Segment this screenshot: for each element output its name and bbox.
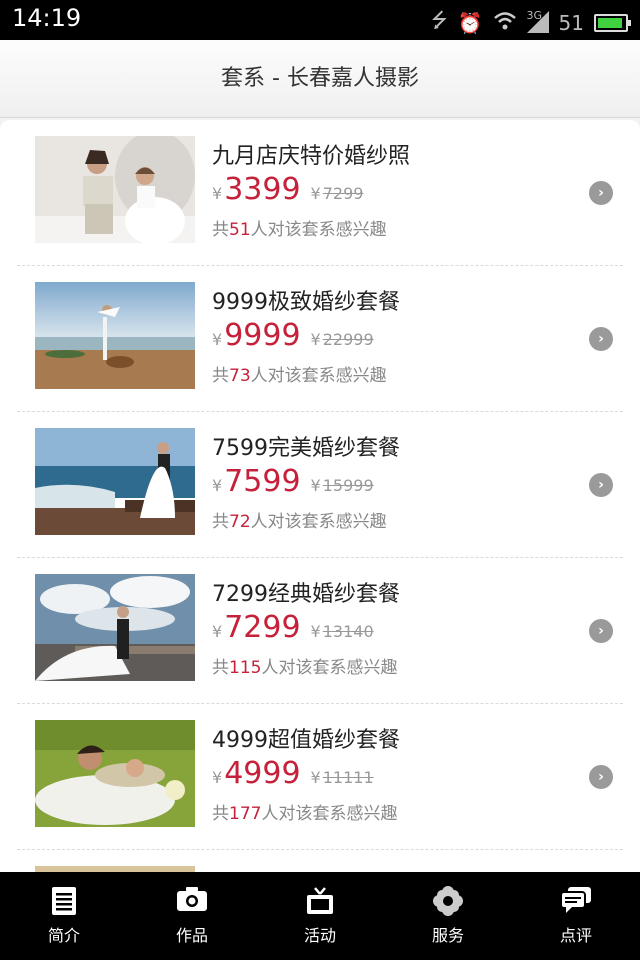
tab-label: 作品 (175, 926, 208, 945)
package-photo (35, 282, 195, 389)
interest-suffix: 人对该套系感兴趣 (250, 512, 387, 532)
sale-price: 9999 (224, 318, 301, 353)
interest-suffix: 人对该套系感兴趣 (261, 658, 398, 678)
usb-icon: ⭍ (430, 8, 448, 32)
sale-price: 4999 (224, 756, 301, 791)
chevron-right-icon[interactable]: › (589, 765, 613, 789)
tv-icon (256, 872, 384, 922)
package-item-partial[interactable] (17, 850, 623, 872)
status-bar: 14:19 ⭍ ⏰ 3G 51 (0, 0, 640, 40)
price-row: ¥ 4999 ¥ 11111 (212, 756, 374, 791)
tab-label: 服务 (431, 926, 464, 945)
interest-prefix: 共 (212, 804, 229, 824)
sale-price: 7599 (224, 464, 301, 499)
package-name: 9999极致婚纱套餐 (212, 290, 400, 315)
package-name: 九月店庆特价婚纱照 (212, 144, 411, 169)
package-name: 4999超值婚纱套餐 (212, 728, 400, 753)
page-title: 套系 - 长春嘉人摄影 (221, 66, 419, 91)
bottom-tab-bar: 简介 作品 活动 服务 点评 (0, 872, 640, 960)
package-name: 7599完美婚纱套餐 (212, 436, 400, 461)
currency-symbol: ¥ (212, 768, 223, 787)
tab-label: 简介 (47, 926, 80, 945)
original-currency-symbol: ¥ (310, 184, 321, 203)
interest-count: 73 (229, 366, 251, 386)
interest-prefix: 共 (212, 220, 229, 240)
package-item[interactable]: 7599完美婚纱套餐 ¥ 7599 ¥ 15999 共72人对该套系感兴趣 › (17, 412, 623, 558)
tab-label: 活动 (303, 926, 336, 945)
interest-text: 共72人对该套系感兴趣 (212, 507, 387, 532)
interest-prefix: 共 (212, 366, 229, 386)
package-item[interactable]: 7299经典婚纱套餐 ¥ 7299 ¥ 13140 共115人对该套系感兴趣 › (17, 558, 623, 704)
chevron-right-icon[interactable]: › (589, 619, 613, 643)
package-item[interactable]: 4999超值婚纱套餐 ¥ 4999 ¥ 11111 共177人对该套系感兴趣 › (17, 704, 623, 850)
camera-icon (128, 872, 256, 922)
currency-symbol: ¥ (212, 330, 223, 349)
chat-icon (512, 872, 640, 922)
chevron-right-icon[interactable]: › (589, 473, 613, 497)
interest-suffix: 人对该套系感兴趣 (261, 804, 398, 824)
original-price: 15999 (322, 476, 374, 495)
chevron-right-icon[interactable]: › (589, 181, 613, 205)
interest-text: 共73人对该套系感兴趣 (212, 361, 387, 386)
interest-text: 共51人对该套系感兴趣 (212, 215, 387, 240)
battery-icon (594, 14, 631, 32)
original-price: 7299 (322, 184, 364, 203)
signal-label: 3G (526, 8, 543, 22)
sale-price: 7299 (224, 610, 301, 645)
flower-icon (384, 872, 512, 922)
price-row: ¥ 9999 ¥ 22999 (212, 318, 374, 353)
original-price: 11111 (322, 768, 374, 787)
signal-icon: 3G (526, 8, 549, 36)
original-price: 13140 (322, 622, 374, 641)
interest-count: 115 (229, 658, 262, 678)
currency-symbol: ¥ (212, 476, 223, 495)
battery-percent: 51 (558, 11, 584, 35)
package-photo (35, 136, 195, 243)
package-photo (35, 720, 195, 827)
price-row: ¥ 7599 ¥ 15999 (212, 464, 374, 499)
interest-prefix: 共 (212, 658, 229, 678)
original-currency-symbol: ¥ (310, 330, 321, 349)
interest-suffix: 人对该套系感兴趣 (250, 366, 387, 386)
tab-flower[interactable]: 服务 (384, 872, 512, 960)
original-currency-symbol: ¥ (310, 622, 321, 641)
interest-count: 72 (229, 512, 251, 532)
original-price: 22999 (322, 330, 374, 349)
original-currency-symbol: ¥ (310, 768, 321, 787)
interest-count: 177 (229, 804, 262, 824)
original-currency-symbol: ¥ (310, 476, 321, 495)
package-name: 7299经典婚纱套餐 (212, 582, 400, 607)
package-list: 九月店庆特价婚纱照 ¥ 3399 ¥ 7299 共51人对该套系感兴趣 › 99… (0, 120, 640, 872)
interest-count: 51 (229, 220, 251, 240)
package-item[interactable]: 9999极致婚纱套餐 ¥ 9999 ¥ 22999 共73人对该套系感兴趣 › (17, 266, 623, 412)
tab-camera[interactable]: 作品 (128, 872, 256, 960)
title-bar: 套系 - 长春嘉人摄影 (0, 40, 640, 118)
document-icon (0, 872, 128, 922)
interest-suffix: 人对该套系感兴趣 (250, 220, 387, 240)
tab-label: 点评 (559, 926, 592, 945)
alarm-icon: ⏰ (457, 11, 483, 35)
package-photo (35, 574, 195, 681)
interest-text: 共115人对该套系感兴趣 (212, 653, 397, 678)
interest-prefix: 共 (212, 512, 229, 532)
currency-symbol: ¥ (212, 184, 223, 203)
interest-text: 共177人对该套系感兴趣 (212, 799, 397, 824)
sale-price: 3399 (224, 172, 301, 207)
chevron-right-icon[interactable]: › (589, 327, 613, 351)
currency-symbol: ¥ (212, 622, 223, 641)
price-row: ¥ 3399 ¥ 7299 (212, 172, 363, 207)
package-photo (35, 428, 195, 535)
tab-chat[interactable]: 点评 (512, 872, 640, 960)
price-row: ¥ 7299 ¥ 13140 (212, 610, 374, 645)
wifi-icon (493, 11, 517, 36)
tab-document[interactable]: 简介 (0, 872, 128, 960)
status-time: 14:19 (12, 4, 82, 32)
package-item[interactable]: 九月店庆特价婚纱照 ¥ 3399 ¥ 7299 共51人对该套系感兴趣 › (17, 120, 623, 266)
tab-tv[interactable]: 活动 (256, 872, 384, 960)
status-icons: ⭍ ⏰ 3G 51 (430, 6, 631, 40)
